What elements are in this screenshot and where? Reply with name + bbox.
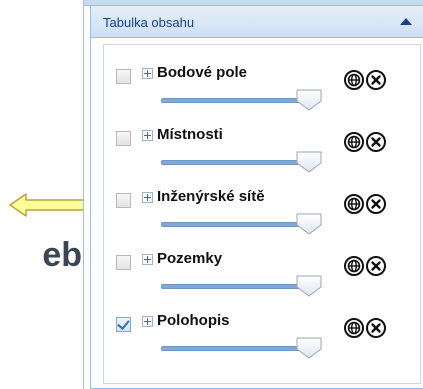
globe-icon[interactable] [344, 132, 364, 152]
layer-item: Polohopis [104, 293, 420, 359]
layer-label: Inženýrské sítě [157, 188, 265, 205]
plus-icon[interactable] [142, 316, 153, 327]
layer-list: Bodové pole Místnosti Inženýrské sítě Po… [103, 44, 421, 384]
background-text-fragment: eb [42, 236, 82, 274]
table-of-contents: Tabulka obsahu Bodové pole Místnosti Inž… [90, 5, 423, 389]
globe-icon[interactable] [344, 70, 364, 90]
slider-track [161, 98, 311, 103]
layer-visibility-checkbox[interactable] [116, 317, 131, 332]
plus-icon[interactable] [142, 130, 153, 141]
layer-item: Pozemky [104, 231, 420, 297]
layer-label: Polohopis [157, 312, 230, 329]
globe-icon[interactable] [344, 194, 364, 214]
slider-thumb[interactable] [296, 337, 322, 359]
layer-label: Místnosti [157, 126, 223, 143]
toc-title: Tabulka obsahu [103, 15, 195, 30]
plus-icon[interactable] [142, 192, 153, 203]
layer-visibility-checkbox[interactable] [116, 131, 131, 146]
layer-visibility-checkbox[interactable] [116, 193, 131, 208]
layer-item: Místnosti [104, 107, 420, 173]
plus-icon[interactable] [142, 254, 153, 265]
layer-visibility-checkbox[interactable] [116, 69, 131, 84]
layer-item: Bodové pole [104, 45, 420, 111]
side-panel: Tabulka obsahu Bodové pole Místnosti Inž… [83, 0, 423, 389]
slider-track [161, 284, 311, 289]
checkmark-icon [117, 317, 130, 330]
layer-label: Pozemky [157, 250, 223, 267]
close-icon[interactable] [366, 256, 386, 276]
globe-icon[interactable] [344, 256, 364, 276]
layer-visibility-checkbox[interactable] [116, 255, 131, 270]
layer-label: Bodové pole [157, 64, 248, 81]
close-icon[interactable] [366, 318, 386, 338]
close-icon[interactable] [366, 132, 386, 152]
slider-track [161, 346, 311, 351]
close-icon[interactable] [366, 194, 386, 214]
slider-track [161, 222, 311, 227]
layer-opacity-slider[interactable] [161, 337, 322, 359]
globe-icon[interactable] [344, 318, 364, 338]
slider-track [161, 160, 311, 165]
close-icon[interactable] [366, 70, 386, 90]
layer-item: Inženýrské sítě [104, 169, 420, 235]
chevron-up-icon[interactable] [400, 18, 412, 25]
plus-icon[interactable] [142, 68, 153, 79]
toc-header[interactable]: Tabulka obsahu [91, 6, 423, 38]
